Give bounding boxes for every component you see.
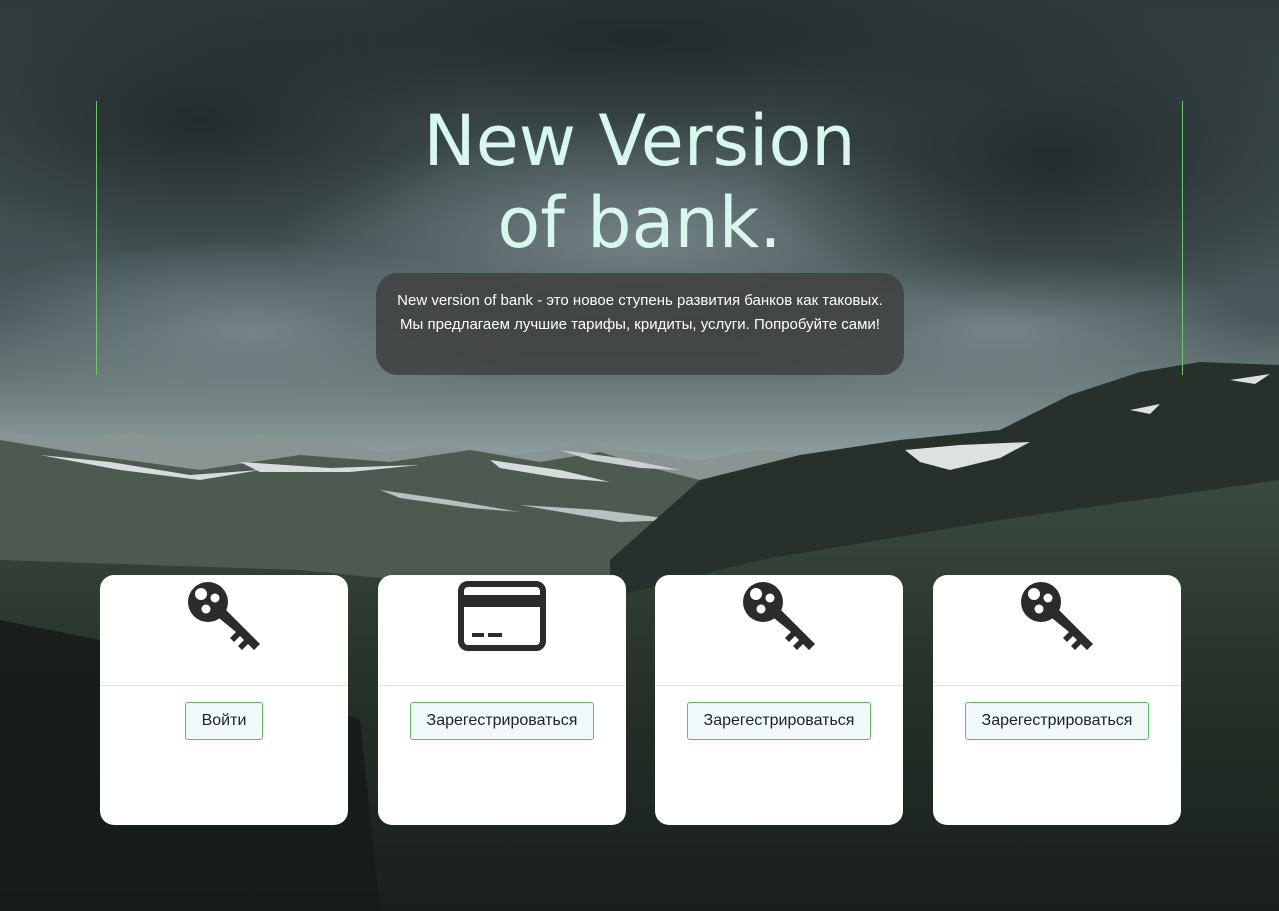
key-icon: [188, 582, 260, 650]
register-card-payment: Зарегестрироваться: [378, 575, 626, 825]
credit-card-icon: [458, 581, 546, 651]
card-icon-area: [655, 575, 903, 686]
cards-row: Войти Зарегестрироваться Зарегестрироват…: [100, 575, 1181, 825]
register-button[interactable]: Зарегестрироваться: [964, 702, 1150, 740]
login-card: Войти: [100, 575, 348, 825]
login-button[interactable]: Войти: [184, 702, 264, 740]
card-icon-area: [378, 575, 626, 686]
card-body: Зарегестрироваться: [933, 686, 1181, 740]
register-button[interactable]: Зарегестрироваться: [686, 702, 872, 740]
card-body: Зарегестрироваться: [655, 686, 903, 740]
key-icon: [743, 582, 815, 650]
hero-title-line2: of bank.: [497, 182, 782, 264]
card-icon-area: [100, 575, 348, 686]
hero-title: New Version of bank.: [0, 100, 1279, 264]
card-body: Войти: [100, 686, 348, 740]
register-card-key-2: Зарегестрироваться: [933, 575, 1181, 825]
register-card-key: Зарегестрироваться: [655, 575, 903, 825]
register-button[interactable]: Зарегестрироваться: [409, 702, 595, 740]
card-icon-area: [933, 575, 1181, 686]
key-icon: [1021, 582, 1093, 650]
hero-title-line1: New Version: [423, 100, 856, 182]
hero-description: New version of bank - это новое ступень …: [376, 273, 904, 375]
card-body: Зарегестрироваться: [378, 686, 626, 740]
